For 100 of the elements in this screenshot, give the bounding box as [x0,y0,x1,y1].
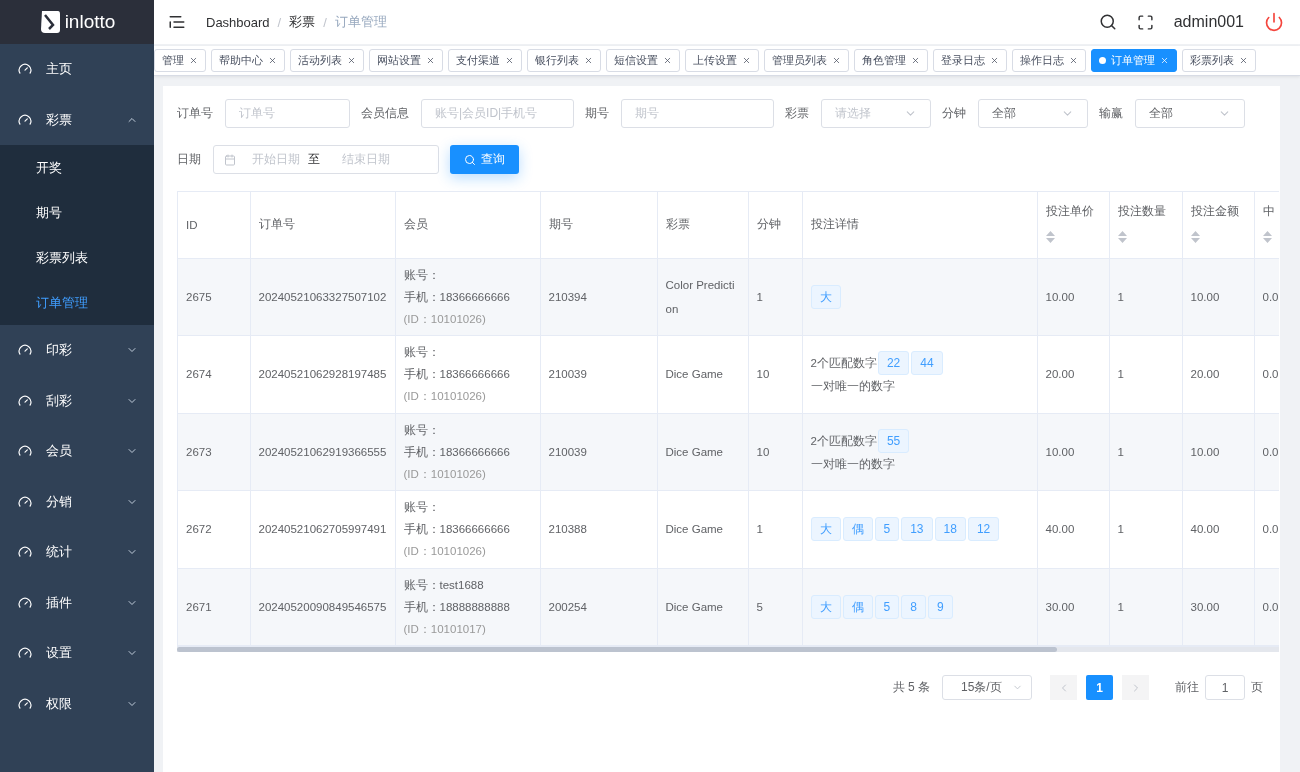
page-tab[interactable]: 帮助中心 [211,49,285,72]
member-account: 账号： [403,500,441,516]
table-cell: 10.00 [1045,290,1075,303]
close-icon[interactable] [663,56,672,65]
table-cell: 10 [756,368,770,381]
member-phone: 手机：18366666666 [403,367,511,383]
menu-icon[interactable] [168,13,186,31]
gauge-icon [18,393,32,408]
sidebar-item[interactable]: 插件 [0,577,154,628]
username[interactable]: admin001 [1173,13,1244,31]
member-account: 账号： [403,267,441,283]
breadcrumb-separator: / [277,14,282,30]
page-suffix: 页 [1251,679,1263,696]
page-tab[interactable]: 管理员列表 [764,49,849,72]
gauge-icon [18,494,32,509]
page-tab[interactable]: 活动列表 [290,49,364,72]
bet-detail-text: 2个匹配数字 [810,356,877,372]
column-header: 会员 [403,217,429,233]
bet-tag: 偶 [842,517,873,542]
power-icon[interactable] [1264,12,1284,32]
page-tab[interactable]: 网站设置 [369,49,443,72]
sidebar-subitem[interactable]: 订单管理 [0,280,154,325]
table-cell: 20.00 [1190,368,1220,381]
bet-tag: 9 [927,594,953,619]
column-header[interactable]: 投注数量 [1117,204,1174,219]
table-cell: 2672 [186,523,212,536]
page-tab[interactable]: 管理 [154,49,206,72]
bet-tag: 大 [810,517,841,542]
bet-tag: 5 [874,517,900,542]
close-icon[interactable] [426,56,435,65]
close-icon[interactable] [1239,56,1248,65]
sidebar-item[interactable]: 统计 [0,527,154,578]
bet-tag: 8 [901,594,926,619]
column-header[interactable]: 投注金额 [1190,204,1246,219]
page-tab[interactable]: 支付渠道 [448,49,522,72]
total-count: 共 5 条 [892,679,930,696]
table-cell: 20240521063327507102 [258,290,387,303]
sidebar-subitem[interactable]: 开奖 [0,145,154,190]
member-id: (ID：10101017) [403,621,487,637]
page-tab[interactable]: 登录日志 [933,49,1007,72]
search-icon[interactable] [1098,13,1117,31]
close-icon[interactable] [189,56,198,65]
column-header[interactable]: 投注单价 [1045,204,1101,219]
sidebar-item[interactable]: 分销 [0,476,154,527]
close-icon[interactable] [832,56,841,65]
column-header: 订单号 [258,217,296,233]
goto-page-input[interactable]: 1 [1205,675,1245,700]
close-icon[interactable] [584,56,593,65]
close-icon[interactable] [268,56,277,65]
filter-label: 期号 [585,105,609,122]
sidebar-item[interactable]: 印彩 [0,325,154,376]
gauge-icon [18,112,32,127]
member-phone: 手机：18888888888 [403,599,511,615]
sidebar-subitem[interactable]: 彩票列表 [0,235,154,280]
sidebar-item[interactable]: 主页 [0,44,154,95]
close-icon[interactable] [911,56,920,65]
page-tab[interactable]: 彩票列表 [1182,49,1256,72]
member-account: 账号： [403,345,441,361]
sidebar-item[interactable]: 刮彩 [0,375,154,426]
table-cell: 0.0 [1262,523,1279,536]
sidebar-item[interactable]: 权限 [0,678,154,729]
table-cell-text: Dice Game [665,444,725,460]
bet-tag: 18 [934,517,966,542]
breadcrumb-item: 订单管理 [334,13,387,31]
table-cell: 210039 [548,445,587,458]
close-icon[interactable] [742,56,751,65]
select-field[interactable]: 全部 [978,99,1088,128]
bet-tag: 22 [877,351,910,376]
dot-icon [1099,57,1106,64]
page-size-select[interactable]: 15条/页 [942,675,1032,700]
close-icon[interactable] [990,56,999,65]
page-tab[interactable]: 短信设置 [606,49,680,72]
table-cell: 20240521062919366555 [258,445,387,458]
filter-label: 彩票 [785,105,809,122]
sidebar-item[interactable]: 会员 [0,426,154,477]
page-tab[interactable]: 银行列表 [527,49,601,72]
gauge-icon [18,646,32,661]
bet-tag: 偶 [842,594,873,619]
sidebar-subitem[interactable]: 期号 [0,190,154,235]
date-range-field[interactable]: 开始日期 至 结束日期 [213,145,439,174]
logo-text: inlotto [64,11,116,33]
breadcrumb-item[interactable]: 彩票 [289,13,316,31]
table-cell: 30.00 [1045,600,1075,613]
page-tab[interactable]: 操作日志 [1012,49,1086,72]
breadcrumb-item[interactable]: Dashboard [206,14,270,30]
close-icon[interactable] [347,56,356,65]
close-icon[interactable] [1069,56,1078,65]
table-cell: 1 [756,290,763,303]
sidebar-item[interactable]: 设置 [0,628,154,679]
column-header: 彩票 [665,217,691,233]
sidebar-item[interactable]: 彩票 [0,94,154,145]
member-id: (ID：10101026) [403,311,487,327]
page-tab[interactable]: 角色管理 [854,49,928,72]
table-cell: 40.00 [1190,523,1220,536]
close-icon[interactable] [505,56,514,65]
page-tab[interactable]: 上传设置 [685,49,759,72]
table-cell: 0.0 [1262,600,1279,613]
fullscreen-icon[interactable] [1136,13,1154,31]
select-field[interactable]: 全部 [1135,99,1245,128]
column-header[interactable]: 中 [1262,204,1279,219]
